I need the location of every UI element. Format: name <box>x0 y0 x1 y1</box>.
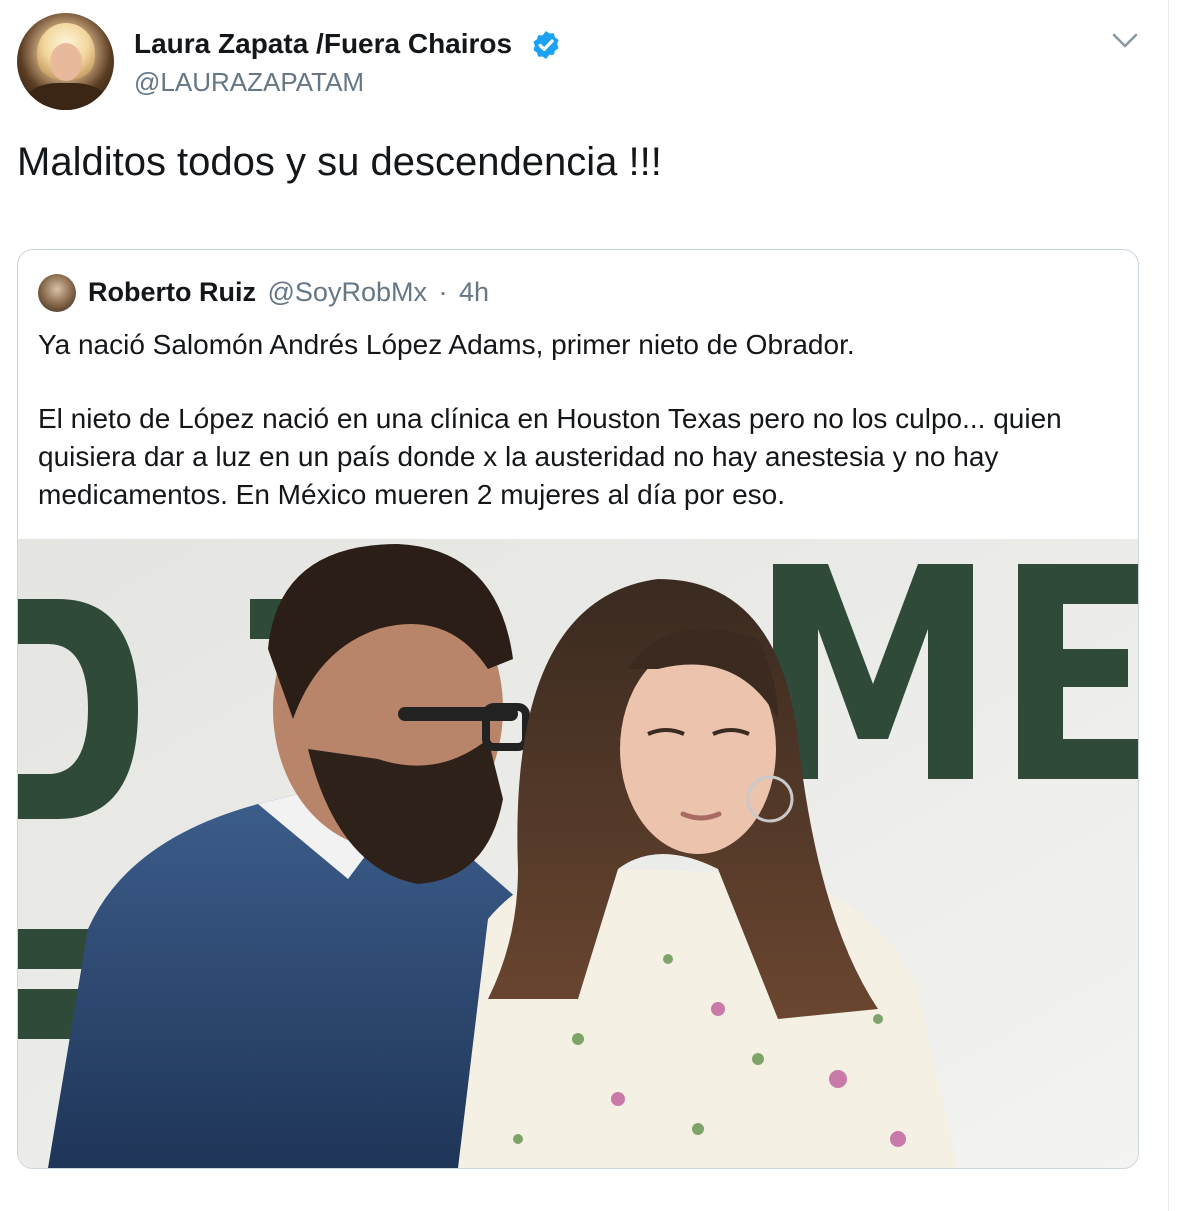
quoted-author-avatar <box>38 274 76 312</box>
verified-badge-icon <box>533 31 559 59</box>
author-handle[interactable]: @LAURAZAPATAM <box>134 67 364 98</box>
quoted-author-display-name: Roberto Ruiz <box>88 277 256 307</box>
quoted-paragraph: Ya nació Salomón Andrés López Adams, pri… <box>38 329 855 360</box>
photo-illustration <box>18 539 1138 1168</box>
author-display-name[interactable]: Laura Zapata /Fuera Chairos <box>134 28 512 60</box>
header-separator: · <box>438 277 448 307</box>
quoted-tweet-photo[interactable] <box>18 539 1138 1168</box>
quoted-author-handle: @SoyRobMx <box>267 277 427 307</box>
chevron-down-icon[interactable] <box>1110 28 1140 52</box>
quoted-paragraph: El nieto de López nació en una clínica e… <box>38 403 1062 510</box>
quoted-tweet-text: Ya nació Salomón Andrés López Adams, pri… <box>38 326 1128 514</box>
tweet-text: Malditos todos y su descendencia !!! <box>17 140 662 184</box>
avatar-outfit <box>27 83 105 110</box>
quoted-tweet-timestamp: 4h <box>459 277 490 307</box>
quoted-tweet-card[interactable]: Roberto Ruiz @SoyRobMx · 4h Ya nació Sal… <box>17 249 1139 1169</box>
tweet: Laura Zapata /Fuera Chairos @LAURAZAPATA… <box>0 0 1168 1211</box>
quoted-tweet-header: Roberto Ruiz @SoyRobMx · 4h <box>88 277 489 308</box>
avatar-face <box>50 43 82 81</box>
author-avatar[interactable] <box>17 13 114 110</box>
column-divider <box>1168 0 1169 1211</box>
